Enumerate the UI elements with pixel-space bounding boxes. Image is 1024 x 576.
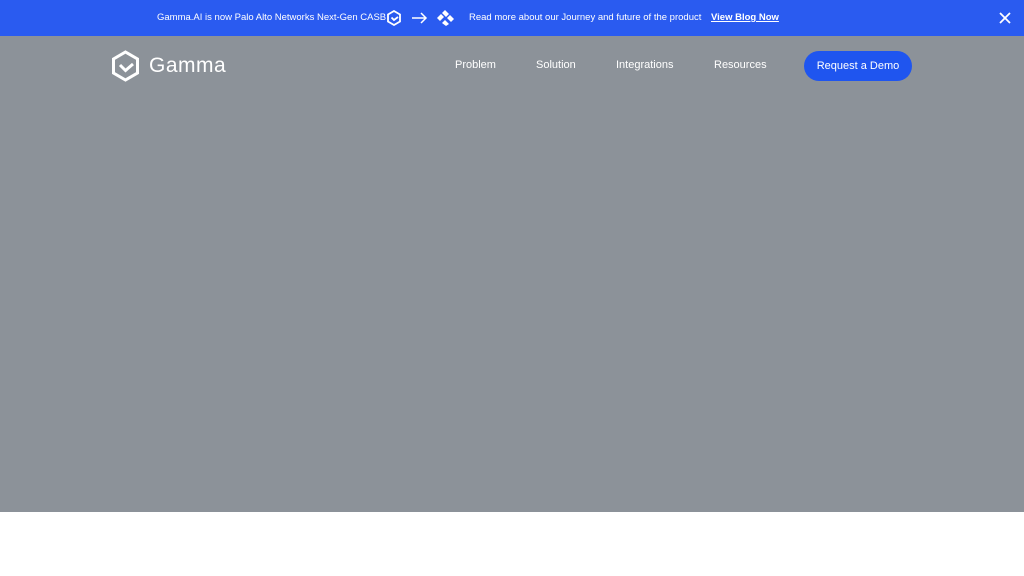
- gamma-logo[interactable]: Gamma: [111, 50, 226, 82]
- nav-resources[interactable]: Resources: [714, 59, 767, 71]
- logo-wordmark: Gamma: [149, 54, 227, 77]
- request-demo-button[interactable]: Request a Demo: [804, 51, 912, 81]
- announcement-bar: Gamma.AI is now Palo Alto Networks Next-…: [0, 0, 1024, 36]
- gamma-logo-icon: [387, 10, 401, 26]
- palo-alto-logo-icon: [437, 10, 454, 26]
- nav-problem[interactable]: Problem: [455, 59, 496, 71]
- announcement-text: Gamma.AI is now Palo Alto Networks Next-…: [157, 12, 387, 23]
- close-icon[interactable]: [998, 11, 1012, 25]
- page-content-area: [0, 512, 1024, 576]
- arrow-right-icon: [412, 12, 428, 24]
- nav-solution[interactable]: Solution: [536, 59, 576, 71]
- hero-section: Gamma Problem Solution Integrations Reso…: [0, 36, 1024, 512]
- journey-text: Read more about our Journey and future o…: [469, 12, 702, 23]
- view-blog-link[interactable]: View Blog Now: [711, 12, 779, 23]
- nav-integrations[interactable]: Integrations: [616, 59, 673, 71]
- gamma-hexagon-icon: [112, 50, 139, 82]
